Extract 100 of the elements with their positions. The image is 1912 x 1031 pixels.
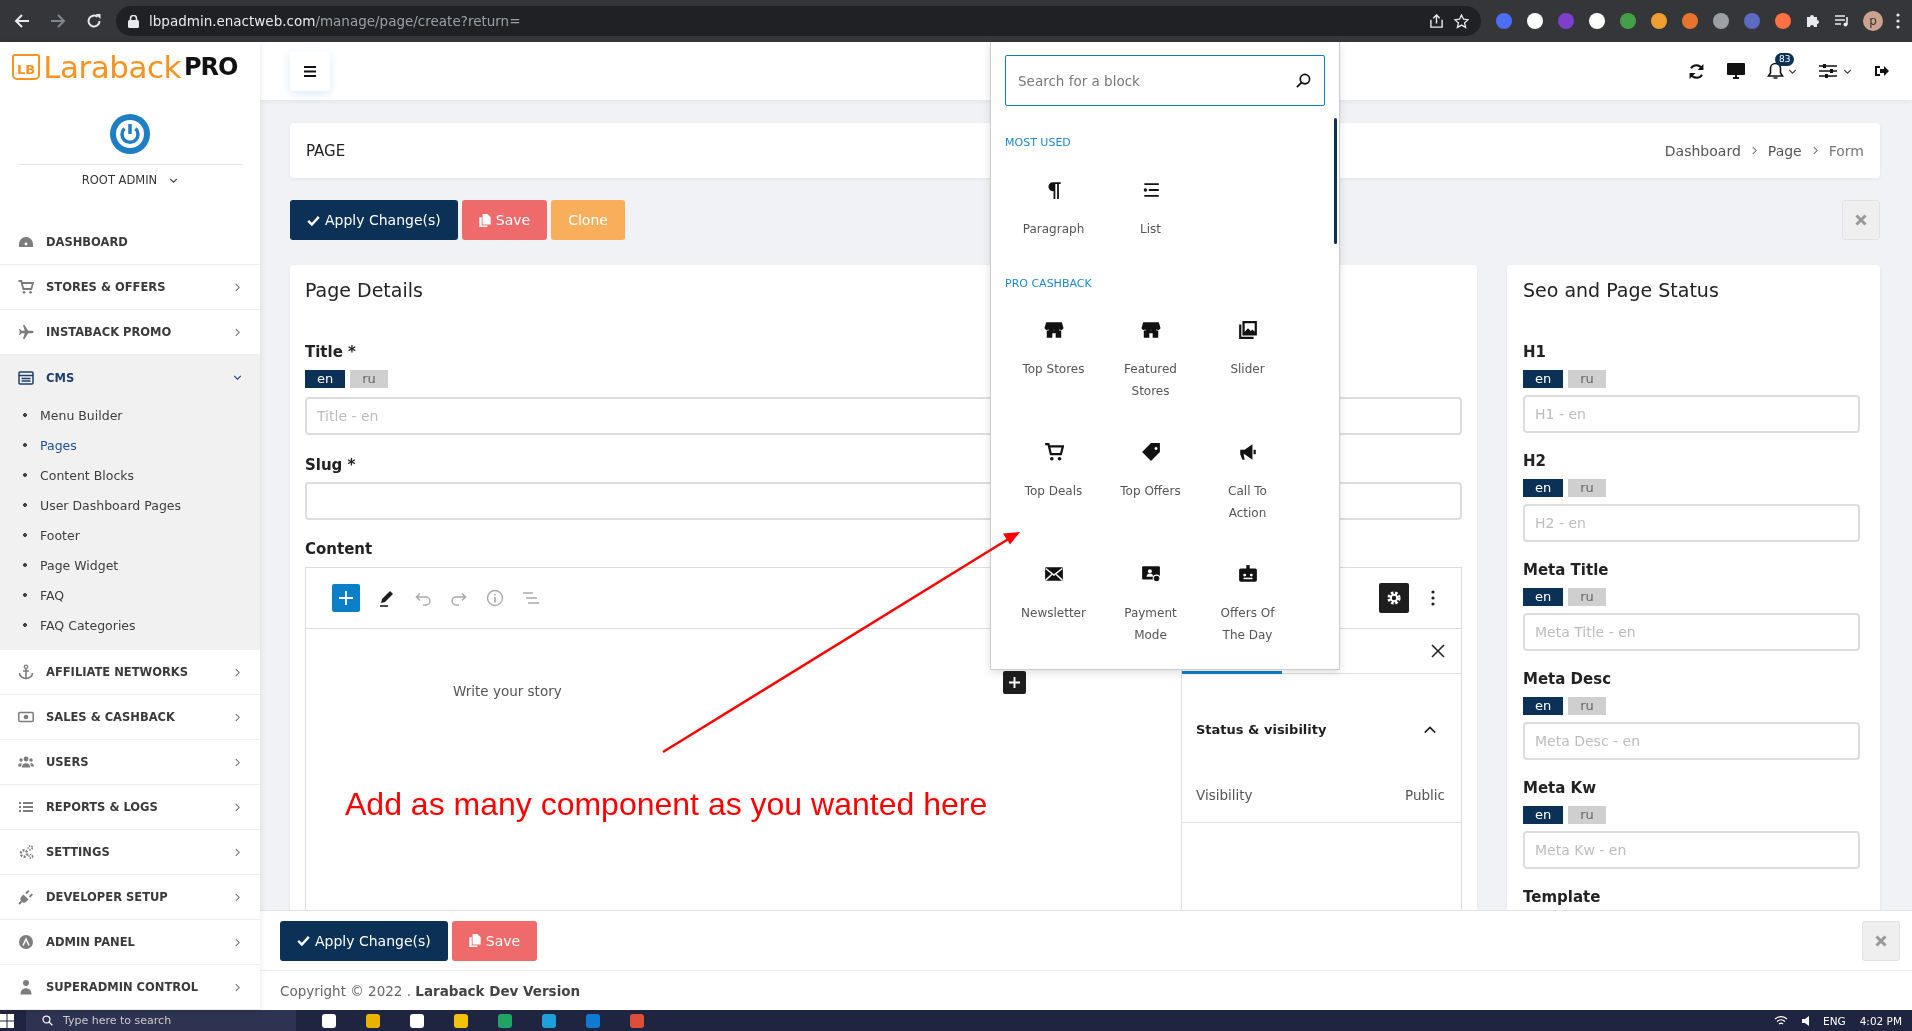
breadcrumb-link[interactable]: Dashboard	[1664, 142, 1741, 159]
file-icon	[478, 213, 491, 227]
chevron-icon	[1810, 146, 1820, 155]
circle-icon	[18, 934, 34, 950]
menu-button[interactable]	[290, 51, 330, 91]
address-bar[interactable]: lbpadmin.enactweb.com/manage/page/create?return=	[116, 6, 1481, 36]
more-icon[interactable]	[1431, 590, 1435, 606]
windows-icon[interactable]	[0, 1013, 14, 1028]
cart-icon	[1043, 442, 1064, 462]
apply-button[interactable]: Apply Change(s)	[290, 200, 458, 240]
app-icon[interactable]	[453, 1012, 469, 1029]
language-tab[interactable]: ru	[1568, 588, 1606, 606]
language-tab[interactable]: en	[1523, 588, 1564, 606]
monitor-icon[interactable]	[1727, 63, 1745, 79]
language-tab[interactable]: ru	[1568, 370, 1606, 388]
power-icon	[109, 113, 151, 156]
list-icon	[18, 799, 34, 815]
close-icon	[1855, 214, 1867, 226]
search-field[interactable]: Search for a block	[1005, 55, 1325, 106]
block-item[interactable]: List	[1102, 166, 1199, 250]
text-field[interactable]: H2 - en	[1523, 504, 1860, 542]
chevron-icon	[233, 982, 242, 992]
banknote-icon	[18, 709, 34, 725]
cart-icon	[18, 279, 34, 295]
annotation-text: Add as many component as you wanted here	[345, 785, 988, 824]
editor-placeholder[interactable]: Write your story	[453, 681, 562, 701]
wifi-icon	[1774, 1014, 1789, 1027]
person-icon	[18, 979, 34, 995]
language-tab[interactable]: ru	[350, 370, 388, 388]
profile-avatar[interactable]: p	[1863, 11, 1883, 31]
sidebar-item[interactable]: ADMIN PANEL	[0, 920, 260, 965]
breadcrumb-current: Form	[1828, 142, 1864, 159]
language-tab[interactable]: ru	[1568, 806, 1606, 824]
bell-icon[interactable]	[1767, 62, 1784, 80]
app-icon[interactable]	[365, 1012, 381, 1029]
file-icon	[468, 934, 481, 947]
sliders-icon[interactable]	[1819, 63, 1837, 79]
language-tab[interactable]: en	[1523, 697, 1564, 715]
text-field[interactable]: Meta Title - en	[1523, 613, 1860, 651]
user-menu[interactable]: ROOT ADMIN	[81, 173, 179, 188]
close-button[interactable]	[1862, 920, 1900, 961]
extension-icon[interactable]	[1588, 12, 1606, 30]
check-icon	[307, 213, 320, 227]
logout-icon[interactable]	[1874, 63, 1890, 79]
star-icon[interactable]	[1454, 13, 1469, 29]
language-tab[interactable]: en	[305, 370, 346, 388]
chevron-icon	[233, 847, 242, 857]
group-title: PRO CASHBACK	[1005, 276, 1093, 292]
breadcrumb-link[interactable]: Page	[1767, 142, 1802, 159]
text-field[interactable]: Meta Desc - en	[1523, 722, 1860, 760]
chevron-icon	[1749, 146, 1759, 155]
scrollbar-thumb[interactable]	[1334, 118, 1337, 244]
app-icon[interactable]	[409, 1012, 425, 1029]
brand-name: Laraback	[43, 48, 181, 85]
field-label: Title *	[305, 342, 356, 362]
sidebar-item[interactable]: CMS	[0, 355, 260, 400]
forward-icon[interactable]	[50, 13, 66, 29]
screen-icon	[1140, 564, 1161, 584]
reload-icon[interactable]	[86, 13, 102, 29]
refresh-icon[interactable]	[1688, 62, 1705, 80]
block-item[interactable]: Newsletter	[1005, 550, 1102, 656]
tag-icon	[1140, 442, 1161, 462]
language-tab[interactable]: en	[1523, 479, 1564, 497]
plane-icon	[18, 324, 34, 340]
block-item[interactable]: Payment Mode	[1102, 550, 1199, 656]
store-icon	[1140, 320, 1161, 340]
pencil-icon[interactable]	[378, 589, 396, 607]
more-icon[interactable]	[1896, 13, 1900, 29]
language-tab[interactable]: en	[1523, 806, 1564, 824]
back-icon[interactable]	[14, 13, 30, 29]
card-title: Page Details	[305, 278, 423, 303]
settings-button[interactable]	[1379, 583, 1409, 613]
extension-icon[interactable]	[1650, 12, 1668, 30]
media-icon[interactable]	[1834, 13, 1850, 29]
field-label: Meta Desc	[1523, 669, 1612, 689]
id-badge-icon	[1237, 564, 1258, 584]
add-block-button[interactable]	[1003, 671, 1026, 694]
close-icon[interactable]	[1431, 644, 1445, 658]
gauge-icon	[18, 234, 34, 250]
app-icon[interactable]	[321, 1012, 337, 1029]
language-indicator[interactable]: ENG	[1823, 1014, 1846, 1027]
text-field[interactable]: Meta Kw - en	[1523, 831, 1860, 869]
search-field[interactable]: Type here to search	[26, 1010, 296, 1031]
clock-time[interactable]: 4:02 PM	[1859, 1014, 1902, 1027]
language-tab[interactable]: en	[1523, 370, 1564, 388]
block-item[interactable]: Paragraph	[1005, 166, 1102, 250]
block-item[interactable]: Offers Of The Day	[1199, 550, 1296, 656]
share-icon[interactable]	[1429, 13, 1444, 29]
chevron-icon	[1843, 66, 1852, 76]
text-field[interactable]: H1 - en	[1523, 395, 1860, 433]
extension-icon[interactable]	[1526, 12, 1544, 30]
store-icon	[1043, 320, 1064, 340]
plus-icon	[1009, 677, 1020, 688]
settings-section[interactable]: Status & visibility	[1182, 674, 1461, 740]
apply-button[interactable]: Apply Change(s)	[280, 920, 448, 961]
setting-value[interactable]: Public	[1405, 785, 1445, 805]
puzzle-icon[interactable]	[1805, 13, 1821, 29]
language-tab[interactable]: ru	[1568, 479, 1606, 497]
language-tab[interactable]: ru	[1568, 697, 1606, 715]
envelope-icon	[1043, 564, 1064, 584]
